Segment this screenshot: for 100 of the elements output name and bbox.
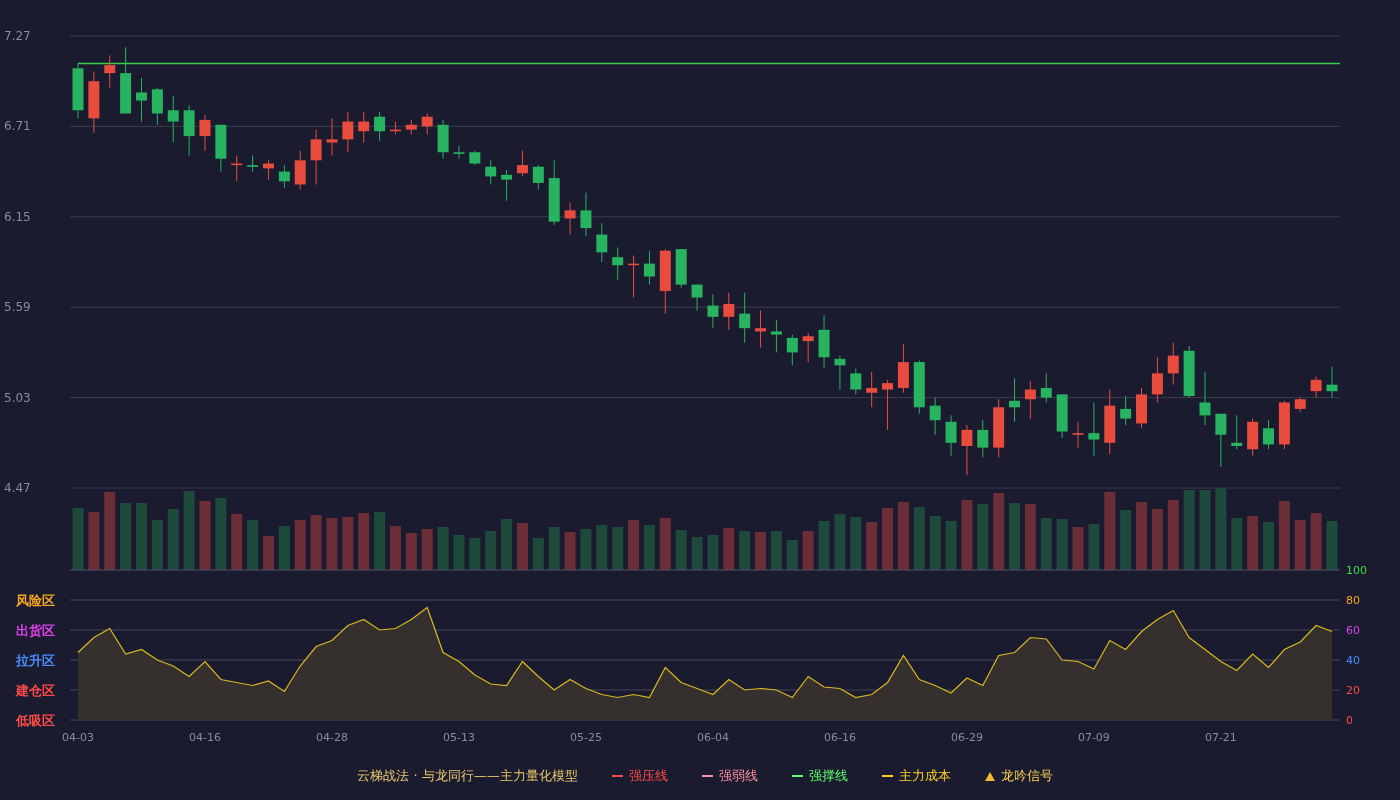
volume-bar	[532, 538, 544, 570]
candlestick	[1326, 366, 1338, 399]
volume-bar	[326, 518, 338, 570]
candlestick	[548, 159, 560, 226]
candlestick	[183, 104, 195, 156]
legend-label: 强弱线	[718, 767, 758, 785]
volume-bar	[374, 512, 386, 570]
axis-label: 05-25	[569, 731, 602, 744]
volume-bar	[485, 531, 497, 570]
candlestick	[580, 192, 592, 237]
candlestick	[1215, 413, 1227, 468]
candlestick	[913, 359, 925, 415]
axis-label: 04-28	[316, 731, 348, 744]
volume-bar	[643, 525, 655, 570]
candlestick	[929, 397, 941, 436]
candlestick	[389, 121, 401, 135]
candlestick	[199, 114, 211, 152]
candlestick	[405, 119, 417, 135]
volume-bar	[1294, 520, 1306, 570]
volume-bar	[453, 535, 465, 570]
volume-bar	[199, 501, 211, 570]
candlestick	[770, 319, 782, 353]
candlestick	[866, 371, 878, 408]
axis-label: 06-16	[823, 731, 856, 744]
volume-bar	[405, 533, 417, 570]
axis-label: 80	[1346, 594, 1360, 607]
volume-bar	[580, 529, 592, 570]
volume-bar	[755, 532, 767, 570]
candlestick	[326, 117, 338, 156]
zone-label: 拉升区	[16, 653, 55, 668]
axis-label: 4.47	[4, 481, 31, 495]
volume-bar	[739, 531, 751, 570]
volume-bar	[675, 530, 687, 570]
candlestick	[850, 368, 862, 395]
volume-bar	[1088, 524, 1100, 570]
volume-bar	[1263, 522, 1274, 570]
volume-bar	[1247, 516, 1259, 570]
volume-bar	[659, 518, 671, 570]
volume-bar	[1167, 500, 1179, 570]
candlestick	[628, 255, 640, 298]
candlestick	[278, 164, 290, 189]
volume-bar	[929, 516, 941, 570]
candlestick	[231, 154, 243, 182]
axis-label: 60	[1346, 624, 1360, 637]
volume-bar	[913, 507, 925, 570]
candlestick	[374, 111, 386, 142]
volume-bar	[564, 532, 576, 570]
volume-bar	[802, 531, 814, 570]
axis-label: 06-29	[950, 731, 983, 744]
axis-label: 04-03	[62, 731, 94, 744]
volume-bar	[421, 529, 433, 570]
candlestick	[1278, 400, 1290, 450]
volume-bar	[215, 498, 227, 570]
volume-bar	[786, 540, 798, 570]
volume-bar	[1056, 519, 1068, 570]
candlestick	[1009, 377, 1021, 423]
candlestick	[1167, 342, 1179, 386]
candlestick	[1024, 380, 1036, 420]
axis-label: 04-16	[189, 731, 221, 744]
candlestick	[643, 250, 655, 286]
candlestick	[1310, 376, 1322, 399]
candlestick	[136, 77, 147, 123]
volume-bar	[136, 503, 147, 570]
candlestick	[961, 424, 973, 476]
candlestick	[1247, 418, 1259, 457]
candlestick	[421, 113, 433, 135]
candlestick	[215, 124, 227, 173]
volume-bar	[897, 502, 909, 570]
candlestick	[469, 150, 481, 166]
axis-label: 5.03	[4, 390, 31, 405]
volume-bar	[1231, 518, 1243, 570]
candlestick	[1231, 414, 1243, 450]
candlestick	[897, 343, 909, 394]
candlestick	[516, 150, 528, 177]
candlestick	[1151, 356, 1163, 403]
volume-bar	[1120, 510, 1132, 570]
legend-label: 强撑线	[808, 767, 848, 785]
axis-label: 07-21	[1204, 731, 1237, 744]
candlestick	[1199, 371, 1211, 426]
volume-bar	[628, 520, 640, 570]
volume-bar	[263, 536, 274, 570]
candlestick	[818, 314, 830, 370]
volume-bar	[247, 520, 259, 570]
volume-bar	[691, 537, 703, 570]
candlestick	[263, 159, 274, 181]
volume-bar	[151, 520, 163, 570]
candlestick	[104, 54, 116, 89]
candlestick	[739, 292, 751, 344]
axis-label: 6.71	[4, 119, 31, 134]
candlestick	[882, 379, 894, 431]
volume-bar	[1151, 509, 1163, 570]
candlestick	[247, 154, 259, 173]
candlestick	[1263, 419, 1274, 450]
volume-bar	[294, 520, 306, 570]
volume-bar	[278, 526, 290, 570]
volume-bar	[770, 531, 782, 570]
volume-bar	[231, 514, 243, 570]
volume-bar	[977, 504, 989, 570]
volume-bar	[596, 525, 608, 570]
candlestick	[453, 145, 465, 160]
